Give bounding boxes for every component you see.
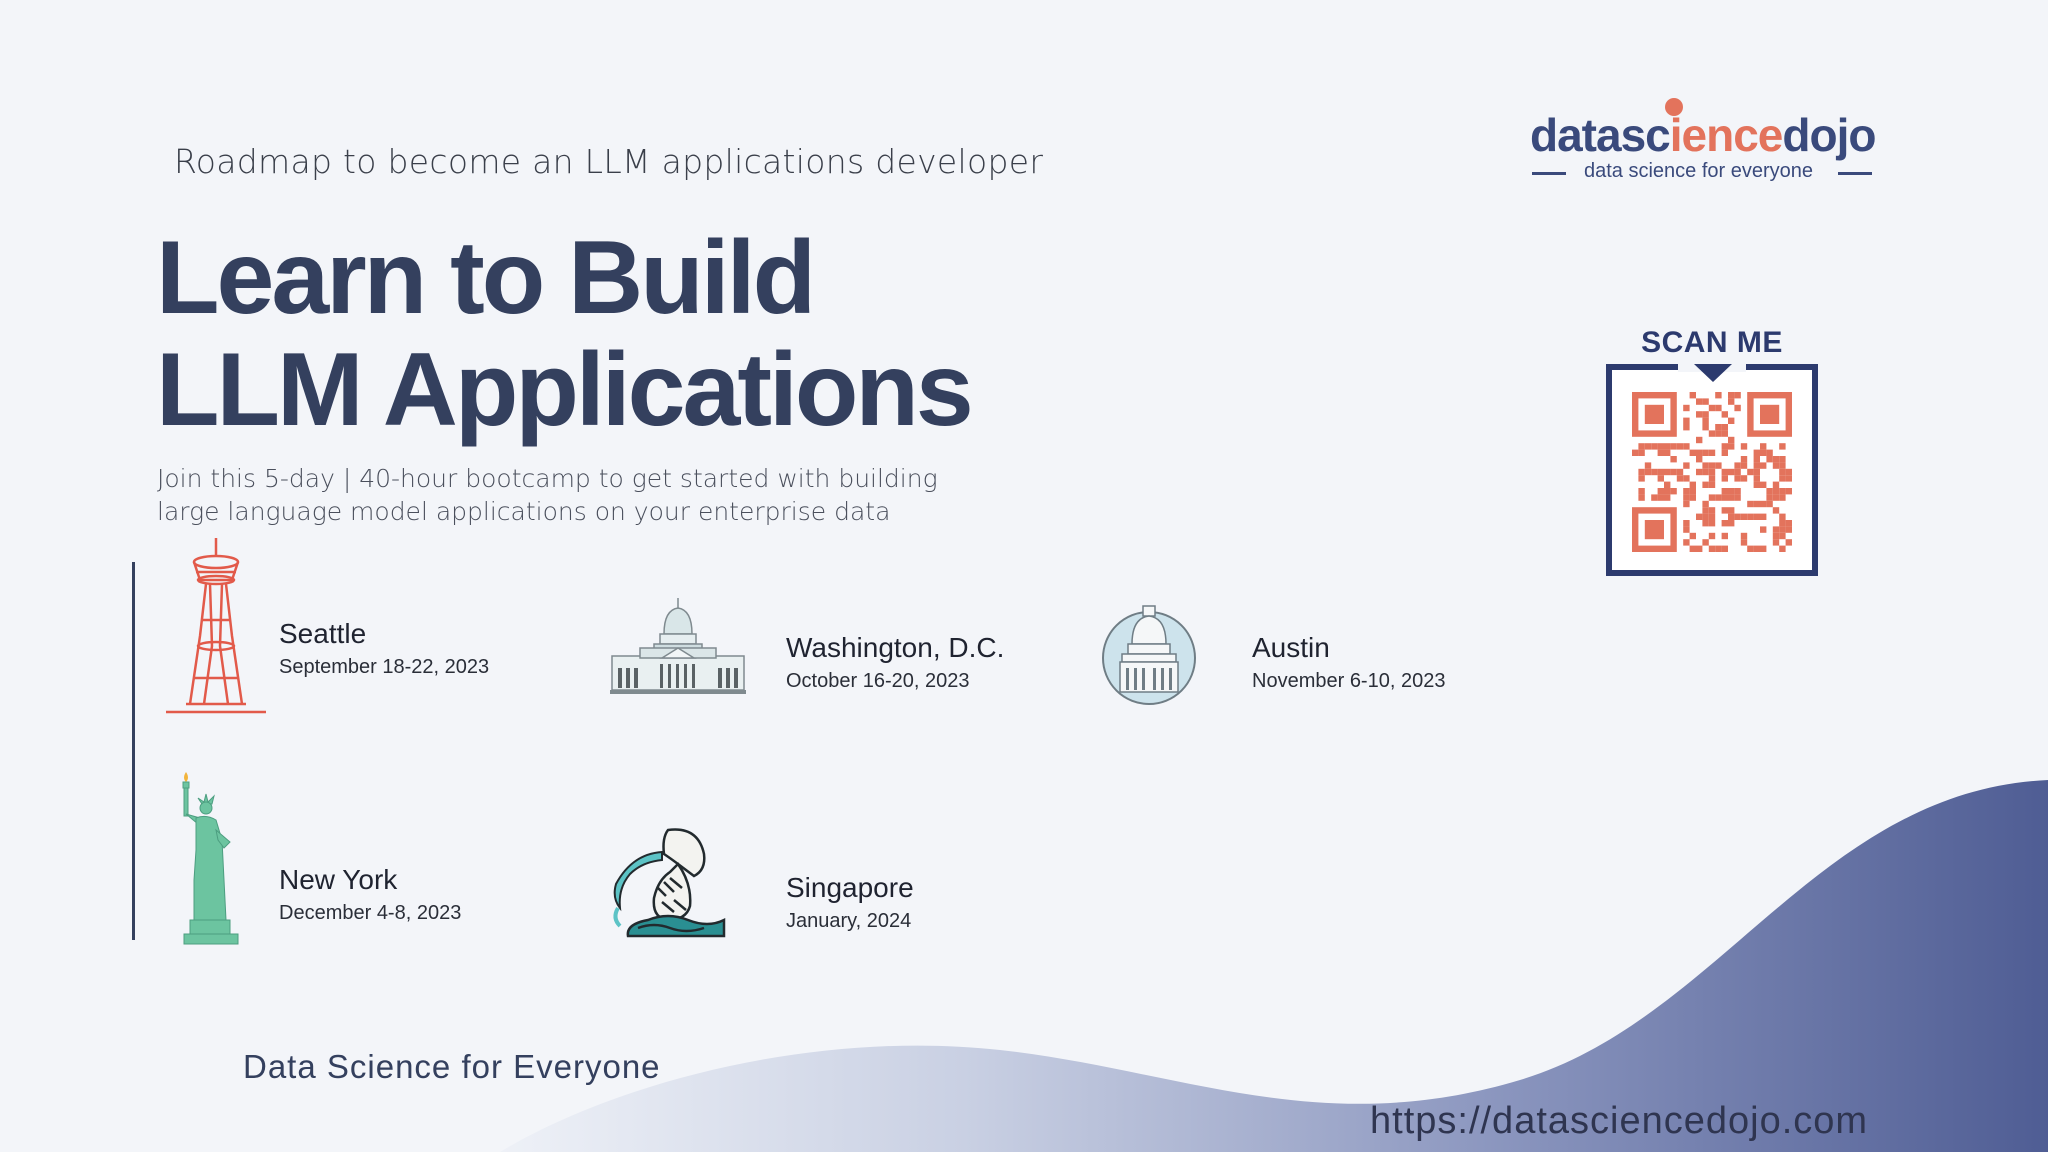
logo-word-part-1: datasc bbox=[1530, 109, 1671, 161]
space-needle-icon bbox=[166, 538, 266, 714]
location-austin[interactable]: Austin November 6-10, 2023 bbox=[1252, 632, 1445, 693]
logo-dot-icon bbox=[1665, 98, 1683, 116]
subtitle-line-1: Join this 5-day | 40-hour bootcamp to ge… bbox=[157, 464, 938, 493]
page-title: Learn to Build LLM Applications bbox=[156, 220, 974, 448]
footer-tagline: Data Science for Everyone bbox=[243, 1048, 661, 1085]
logo-line-right bbox=[1838, 172, 1872, 175]
arrow-down-icon bbox=[1694, 364, 1732, 382]
location-city: Seattle bbox=[279, 618, 367, 649]
roadmap-label: Roadmap to become an LLM applications de… bbox=[174, 142, 1044, 181]
location-dates: January, 2024 bbox=[786, 910, 912, 932]
subtitle-line-2: large language model applications on you… bbox=[157, 497, 891, 526]
location-singapore[interactable]: Singapore January, 2024 bbox=[786, 872, 914, 933]
title-line-2: LLM Applications bbox=[156, 332, 974, 448]
location-dates: October 16-20, 2023 bbox=[786, 670, 970, 692]
capitol-building-icon bbox=[610, 598, 746, 694]
logo-tagline-text: data science for everyone bbox=[1584, 160, 1814, 182]
logo-word-part-3: dojo bbox=[1782, 109, 1876, 161]
location-city: New York bbox=[279, 864, 398, 895]
merlion-icon bbox=[613, 828, 726, 938]
statue-of-liberty-icon bbox=[182, 772, 239, 945]
location-city: Singapore bbox=[786, 872, 914, 903]
qr-code-icon bbox=[1632, 392, 1792, 552]
website-link[interactable]: https://datasciencedojo.com bbox=[1370, 1100, 1868, 1143]
location-city: Washington, D.C. bbox=[786, 632, 1005, 663]
divider-bar bbox=[132, 562, 135, 940]
hero-subtitle: Join this 5-day | 40-hour bootcamp to ge… bbox=[157, 462, 1057, 528]
logo-wordmark: datasciencedojo bbox=[1530, 108, 1876, 162]
location-seattle[interactable]: Seattle September 18-22, 2023 bbox=[279, 618, 489, 679]
location-dates: September 18-22, 2023 bbox=[279, 656, 490, 678]
logo-line-left bbox=[1532, 172, 1566, 175]
scan-me-label: SCAN ME bbox=[1641, 326, 1783, 359]
location-dates: November 6-10, 2023 bbox=[1252, 670, 1446, 692]
location-dates: December 4-8, 2023 bbox=[279, 902, 462, 924]
location-city: Austin bbox=[1252, 632, 1330, 663]
logo-word-part-2: ience bbox=[1669, 109, 1784, 161]
qr-code[interactable] bbox=[1606, 362, 1818, 576]
location-washington-dc[interactable]: Washington, D.C. October 16-20, 2023 bbox=[786, 632, 1004, 693]
brand-logo[interactable]: datasciencedojo data science for everyon… bbox=[1530, 98, 1876, 188]
title-line-1: Learn to Build bbox=[156, 220, 816, 336]
location-new-york[interactable]: New York December 4-8, 2023 bbox=[279, 864, 461, 925]
texas-capitol-icon bbox=[1102, 605, 1196, 705]
